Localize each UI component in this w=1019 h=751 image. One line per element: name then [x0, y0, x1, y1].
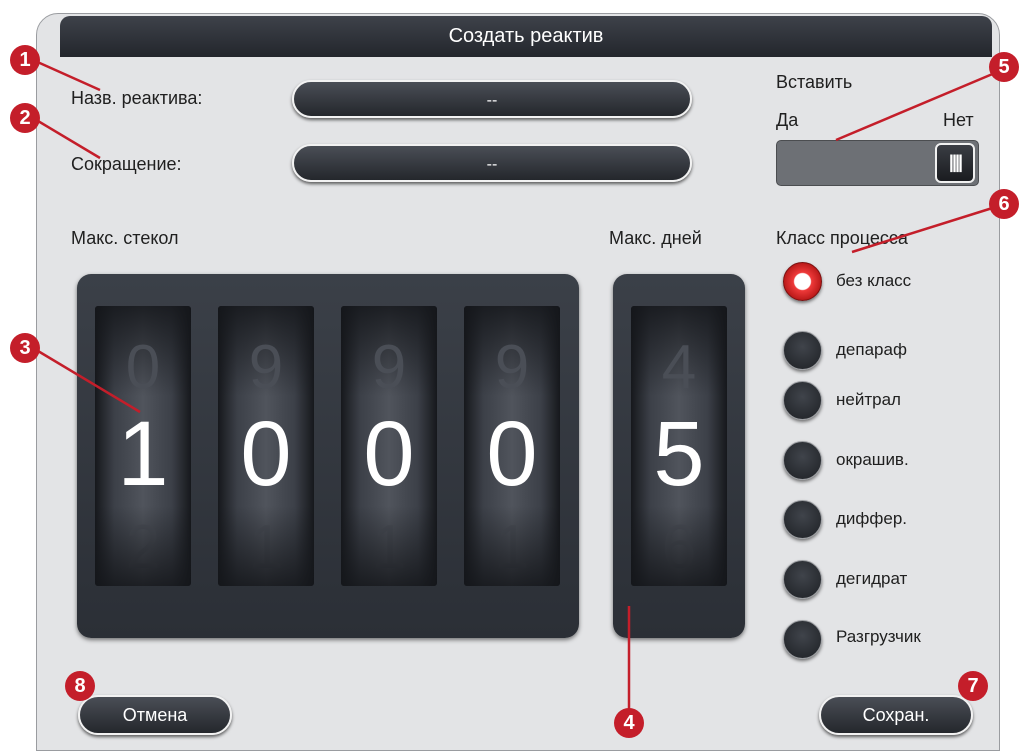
- callout-6: 6: [989, 189, 1019, 219]
- callout-2: 2: [10, 103, 40, 133]
- callout-4: 4: [614, 708, 644, 738]
- callout-8: 8: [65, 671, 95, 701]
- callout-5: 5: [989, 52, 1019, 82]
- callout-1: 1: [10, 45, 40, 75]
- callout-lines: [32, 58, 1003, 710]
- callout-3: 3: [10, 333, 40, 363]
- callout-7: 7: [958, 671, 988, 701]
